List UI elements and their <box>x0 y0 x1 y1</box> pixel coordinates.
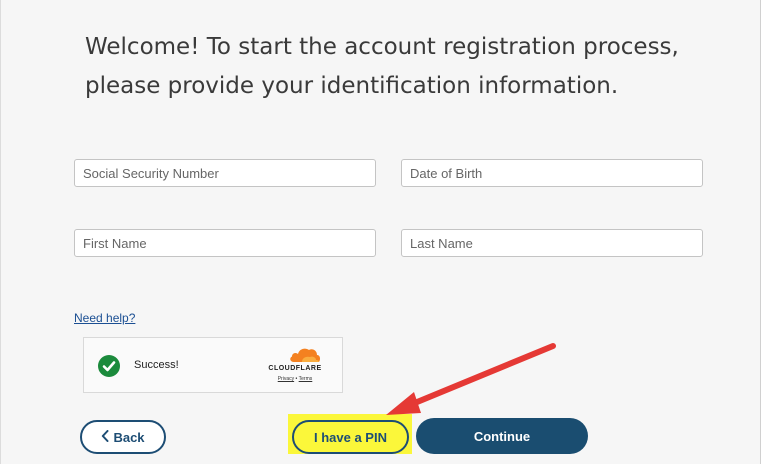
back-button[interactable]: Back <box>80 420 166 454</box>
cloudflare-captcha-widget: Success! CLOUDFLARE Privacy • Terms <box>83 337 343 393</box>
privacy-link[interactable]: Privacy <box>278 376 294 382</box>
cloudflare-brand-text: CLOUDFLARE <box>268 365 322 372</box>
ssn-input[interactable] <box>74 159 376 187</box>
terms-link[interactable]: Terms <box>299 376 313 382</box>
captcha-links: Privacy • Terms <box>258 376 332 382</box>
continue-button-label: Continue <box>473 428 531 444</box>
first-name-input[interactable] <box>74 229 376 257</box>
cloudflare-logo-icon: CLOUDFLARE Privacy • Terms <box>258 346 334 386</box>
have-pin-button[interactable]: I have a PIN <box>292 420 409 454</box>
need-help-link[interactable]: Need help? <box>74 311 135 325</box>
check-circle-icon <box>98 355 120 377</box>
continue-button[interactable]: Continue <box>416 418 588 454</box>
date-of-birth-input[interactable] <box>401 159 703 187</box>
chevron-left-icon <box>101 429 109 445</box>
last-name-input[interactable] <box>401 229 703 257</box>
captcha-status-text: Success! <box>134 359 179 371</box>
have-pin-button-label: I have a PIN <box>314 429 387 445</box>
back-button-label: Back <box>113 429 145 445</box>
registration-panel: Welcome! To start the account registrati… <box>0 0 761 464</box>
page-heading: Welcome! To start the account registrati… <box>85 34 679 99</box>
